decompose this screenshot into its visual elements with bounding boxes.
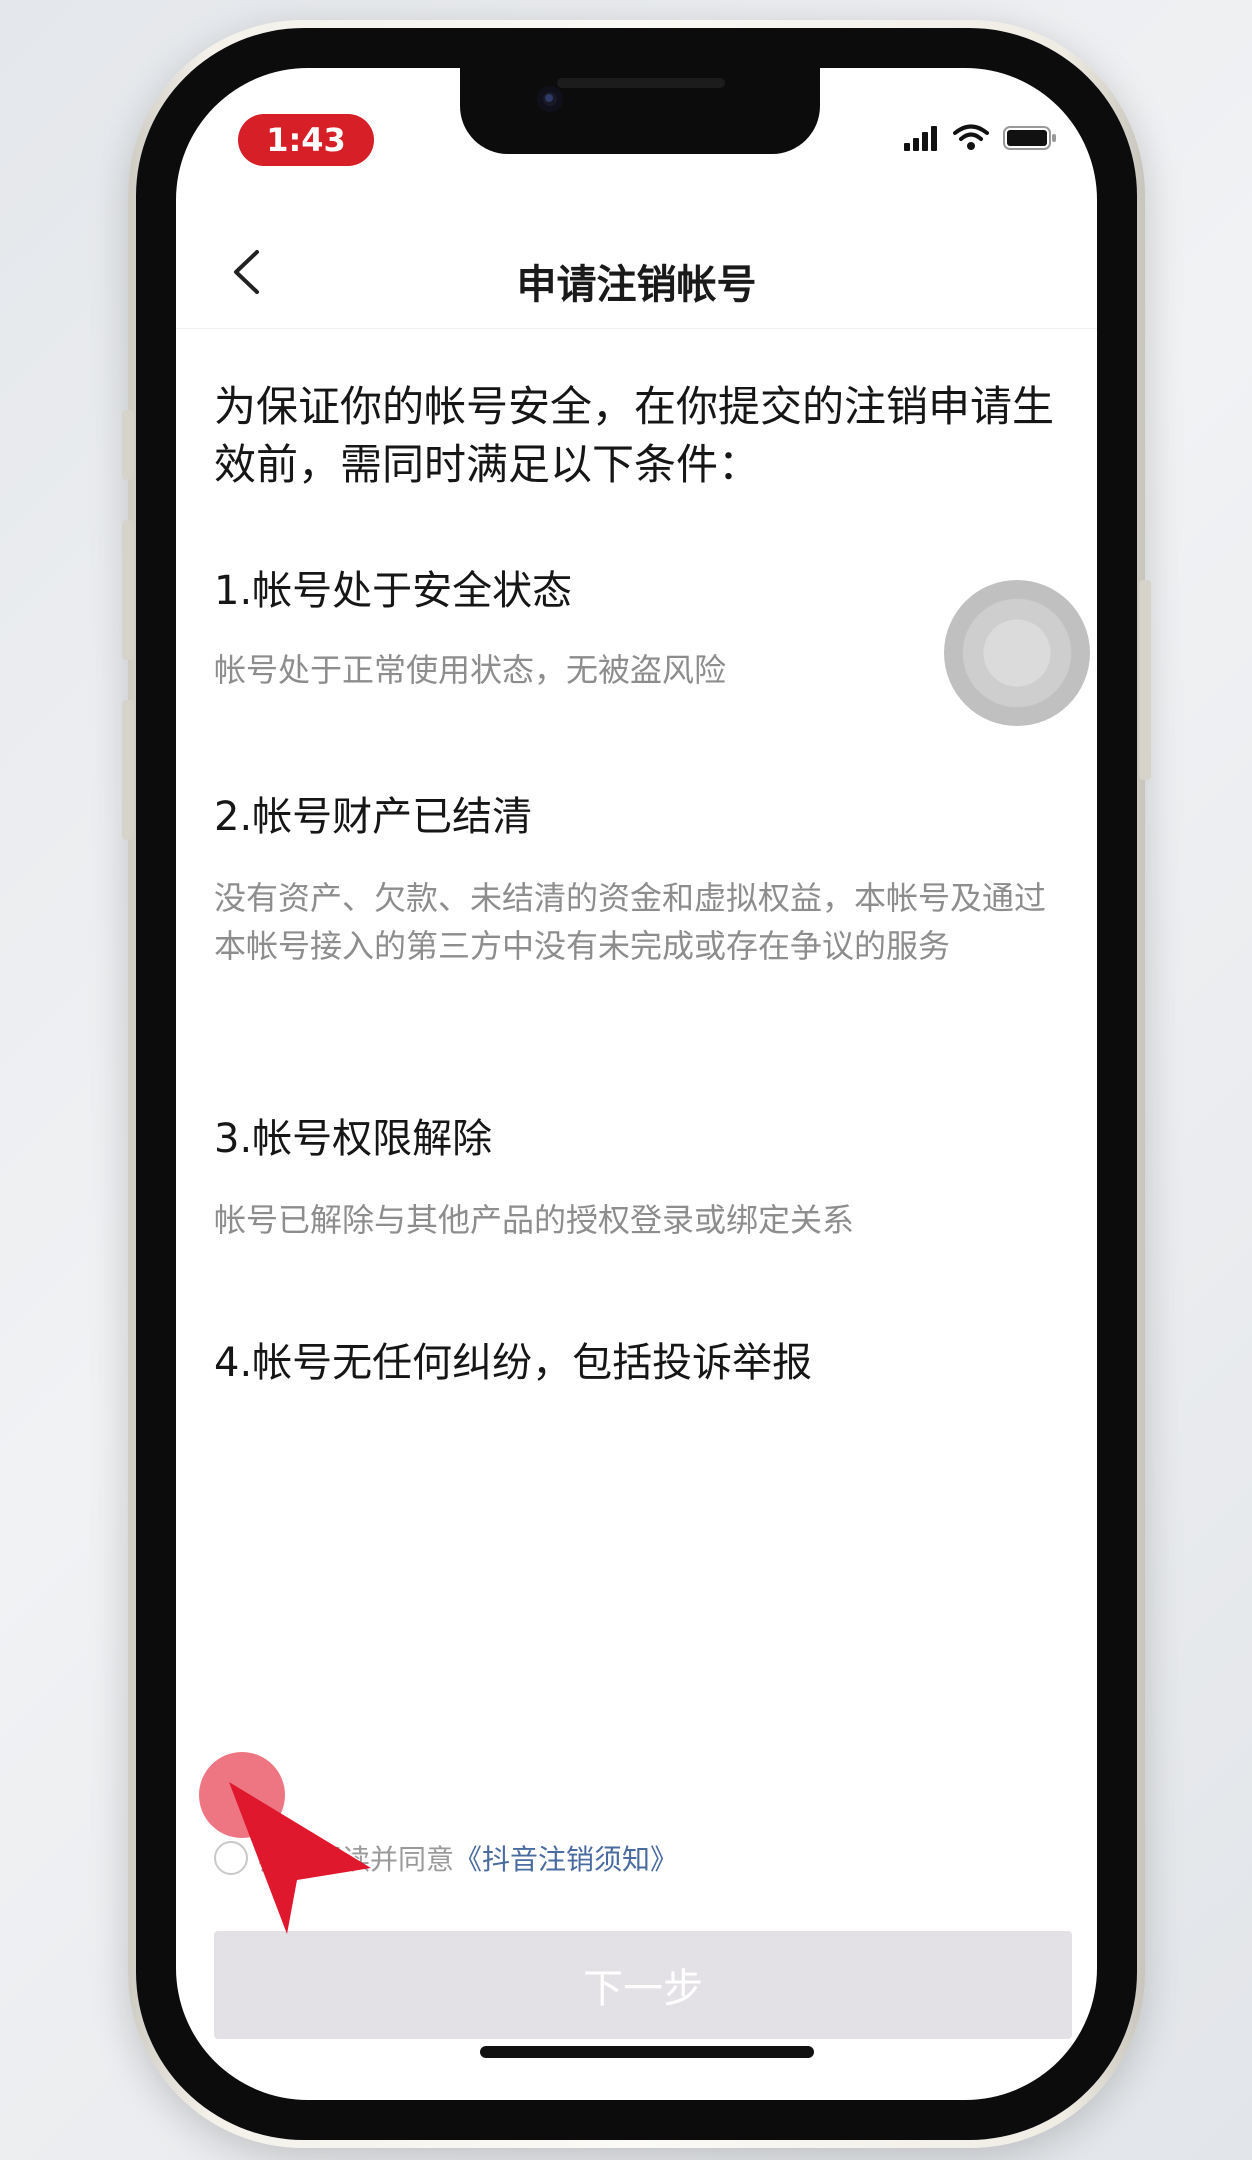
battery-icon xyxy=(1003,126,1056,150)
intro-text: 为保证你的帐号安全，在你提交的注销申请生效前，需同时满足以下条件： xyxy=(214,382,1055,489)
condition-desc-2: 没有资产、欠款、未结清的资金和虚拟权益，本帐号及通过本帐号接入的第三方中没有未完… xyxy=(214,879,1047,965)
next-step-button[interactable]: 下一步 xyxy=(214,1931,1072,2039)
earpiece-speaker xyxy=(557,78,725,88)
condition-desc-3: 帐号已解除与其他产品的授权登录或绑定关系 xyxy=(214,1201,855,1239)
condition-title-1: 1.帐号处于安全状态 xyxy=(214,568,573,614)
condition-title-4: 4.帐号无任何纠纷，包括投诉举报 xyxy=(214,1340,813,1386)
home-indicator[interactable] xyxy=(480,2046,814,2058)
front-camera xyxy=(537,86,563,112)
signal-icon xyxy=(904,126,937,151)
status-icons xyxy=(903,124,1057,152)
volume-buttons xyxy=(122,520,134,660)
assistive-touch-button[interactable] xyxy=(944,580,1090,726)
condition-title-2: 2.帐号财产已结清 xyxy=(214,794,533,840)
wifi-icon xyxy=(953,124,989,150)
nav-bar: 申请注销帐号 xyxy=(176,218,1097,329)
volume-buttons-lower xyxy=(122,700,134,840)
agreement-link[interactable]: 《抖音注销须知》 xyxy=(454,1838,678,1878)
pointer-arrow-icon xyxy=(229,1782,371,1934)
volume-up-button xyxy=(122,410,134,480)
status-time: 1:43 xyxy=(238,114,374,166)
power-button xyxy=(1139,580,1151,780)
condition-title-3: 3.帐号权限解除 xyxy=(214,1116,493,1162)
condition-desc-1: 帐号处于正常使用状态，无被盗风险 xyxy=(214,651,727,689)
page-title: 申请注销帐号 xyxy=(516,262,757,308)
